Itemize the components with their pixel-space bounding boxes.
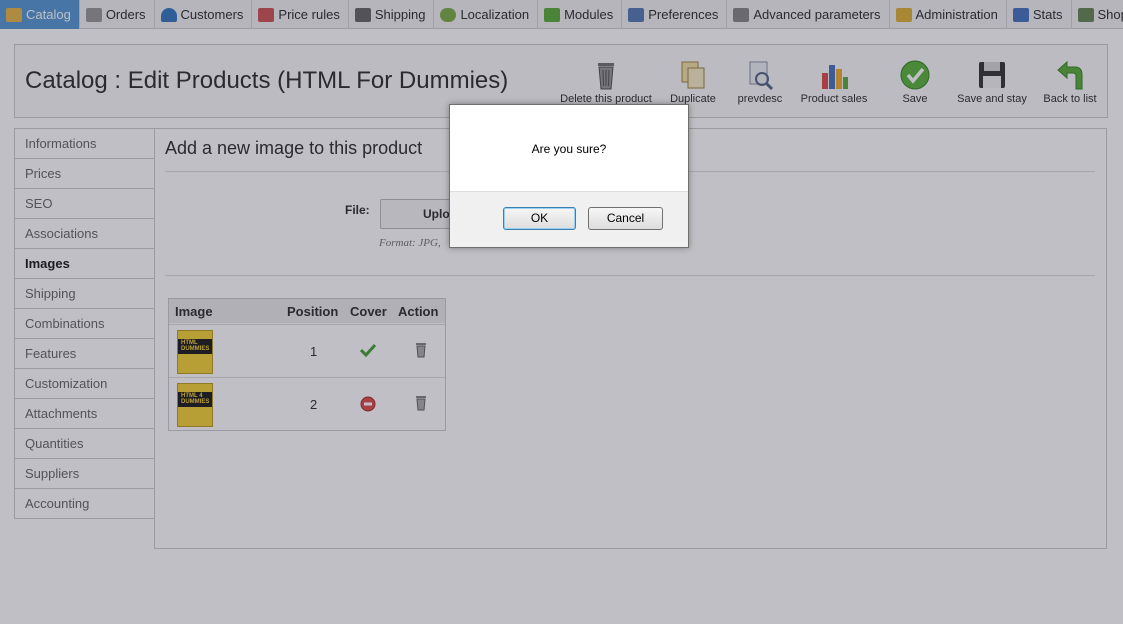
confirm-dialog: Are you sure? OK Cancel	[449, 104, 689, 248]
dialog-message: Are you sure?	[531, 142, 607, 156]
cancel-button[interactable]: Cancel	[588, 207, 663, 230]
dialog-button-bar: OK Cancel	[450, 191, 688, 247]
ok-button[interactable]: OK	[503, 207, 576, 230]
modal-overlay	[0, 0, 1123, 624]
